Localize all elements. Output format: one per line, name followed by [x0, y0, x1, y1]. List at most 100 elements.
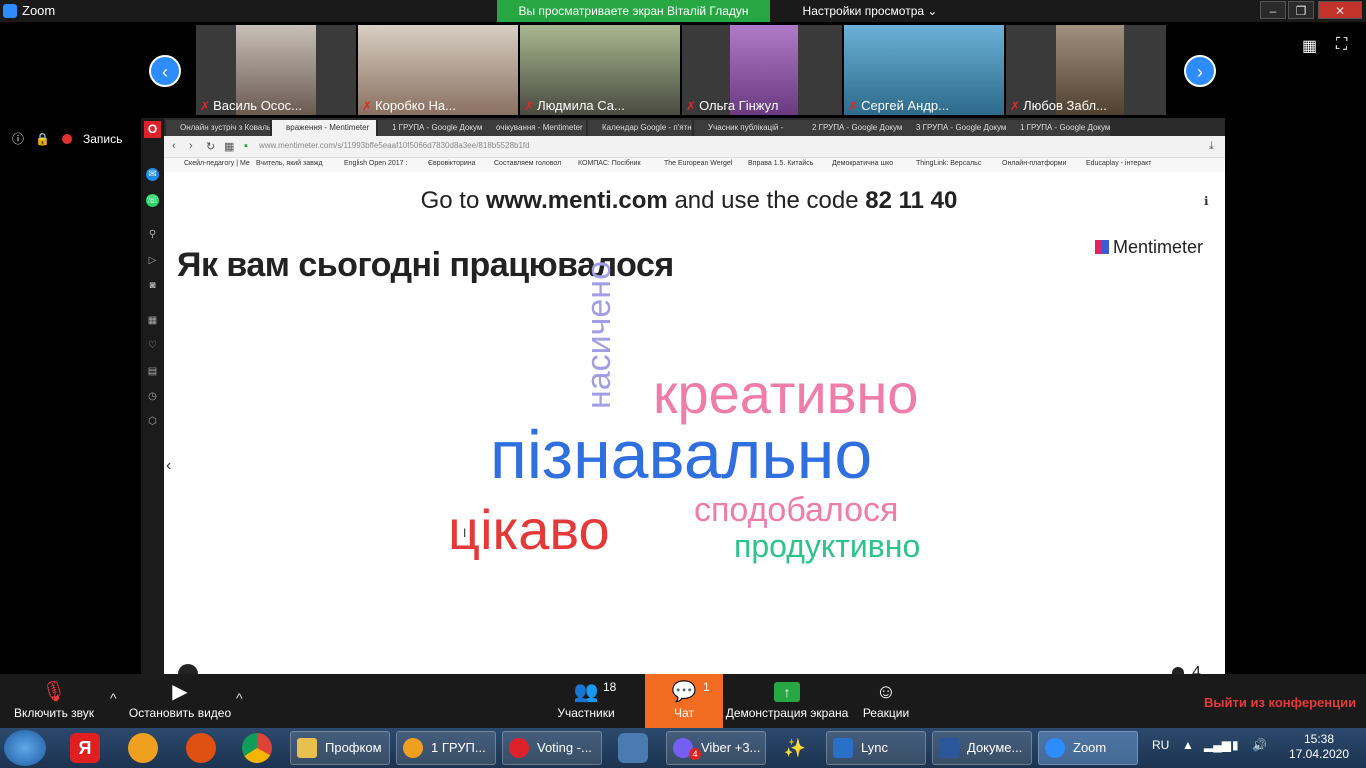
close-button[interactable]: ✕	[1318, 1, 1362, 19]
participant-tile[interactable]: ✗ Коробко На...	[358, 25, 518, 115]
unmute-button[interactable]: 🎙 Включить звук	[6, 674, 102, 728]
record-label[interactable]: Запись	[83, 132, 122, 146]
taskbar-item[interactable]: Докуме...	[932, 731, 1032, 765]
taskbar-item-label: Lync	[861, 740, 888, 755]
battery-icon[interactable]: ▮	[1232, 738, 1239, 752]
windows-taskbar: Я Профком 1 ГРУП... Voting -... 4 Viber +…	[0, 728, 1366, 768]
back-icon[interactable]: ‹	[172, 140, 176, 152]
history-icon[interactable]: ◷	[146, 390, 159, 403]
opera-logo-icon[interactable]: O	[144, 121, 161, 138]
bookmark-item[interactable]: Вправа 1.5. Китайсь	[748, 160, 813, 167]
zoom-app-icon	[3, 4, 17, 18]
tabs-grid-icon[interactable]: ▦	[224, 140, 234, 153]
taskbar-item[interactable]: 1 ГРУП...	[396, 731, 496, 765]
participant-tile[interactable]: ✗ Василь Осос...	[196, 25, 356, 115]
forward-icon[interactable]: ›	[189, 140, 193, 152]
taskbar-item[interactable]: 4 Viber +3...	[666, 731, 766, 765]
taskbar-item[interactable]: Voting -...	[502, 731, 602, 765]
browser-tab[interactable]: Календар Google - п'ятн.	[588, 120, 692, 136]
participant-name: ✗ Василь Осос...	[200, 98, 302, 113]
browser-tab-active[interactable]: враження - Mentimeter	[272, 120, 376, 136]
clock-date: 17.04.2020	[1288, 747, 1350, 761]
bookmark-item[interactable]: Скейл-педагогу | Ме	[184, 160, 250, 167]
browser-tab[interactable]: Учасник публікацій -	[694, 120, 798, 136]
bookmark-item[interactable]: Євровікторина	[428, 160, 476, 167]
send-icon[interactable]: ▷	[146, 254, 159, 267]
reactions-button[interactable]: ☺ Реакции	[858, 674, 914, 728]
browser-tab[interactable]: 1 ГРУПА - Google Докум.	[1006, 120, 1110, 136]
box-icon[interactable]: ⬡	[146, 415, 159, 428]
secure-lock-icon[interactable]: ▪	[244, 140, 248, 152]
stop-video-button[interactable]: ▶ Остановить видео	[128, 674, 232, 728]
participant-name: ✗ Коробко На...	[362, 98, 456, 113]
browser-tab[interactable]: 1 ГРУПА - Google Докум.	[378, 120, 482, 136]
heart-icon[interactable]: ♡	[146, 339, 159, 352]
fullscreen-icon[interactable]: ⛶	[1336, 36, 1347, 54]
download-icon[interactable]: ⤓	[1209, 140, 1214, 153]
participant-tile[interactable]: ✗ Любов Забл...	[1006, 25, 1166, 115]
signal-icon[interactable]: ▂▄▆	[1204, 738, 1231, 752]
browser-tab[interactable]: очікування - Mentimeter	[482, 120, 586, 136]
previous-slide-icon[interactable]: ‹	[166, 457, 171, 475]
mentimeter-mark-icon	[1095, 240, 1109, 254]
browser-icon[interactable]	[128, 733, 158, 763]
chat-button[interactable]: 💬 1 Чат	[645, 674, 723, 728]
system-clock[interactable]: 15:38 17.04.2020	[1284, 732, 1354, 762]
minimize-button[interactable]: –	[1260, 1, 1286, 19]
tray-expand-icon[interactable]: ▲	[1182, 738, 1194, 752]
taskbar-item[interactable]: Профком	[290, 731, 390, 765]
view-options-dropdown[interactable]: Настройки просмотра ⌄	[790, 0, 950, 22]
participant-name-text: Василь Осос...	[213, 98, 303, 113]
taskbar-item[interactable]: Lync	[826, 731, 926, 765]
video-options-caret-icon[interactable]: ^	[236, 690, 243, 706]
lock-icon[interactable]: 🔒	[35, 132, 50, 146]
browser-tab[interactable]: 3 ГРУПА - Google Докум.	[902, 120, 1006, 136]
url-field[interactable]: www.mentimeter.com/s/11993bffe5eaaf10f50…	[259, 141, 530, 150]
participant-name-text: Любов Забл...	[1023, 98, 1107, 113]
reload-icon[interactable]: ↻	[206, 140, 215, 153]
leave-meeting-button[interactable]: Выйти из конференции	[1204, 695, 1356, 710]
language-indicator[interactable]: RU	[1152, 738, 1169, 752]
maximize-button[interactable]: ❐	[1288, 1, 1314, 19]
audio-options-caret-icon[interactable]: ^	[110, 690, 117, 706]
start-button[interactable]	[4, 730, 46, 766]
magic-wand-icon[interactable]: ✨	[780, 733, 810, 763]
chat-count: 1	[703, 680, 710, 694]
bookmark-item[interactable]: КОМПАС: Посібник	[578, 160, 641, 167]
grid-icon[interactable]: ▦	[146, 314, 159, 327]
media-player-icon[interactable]	[186, 733, 216, 763]
gallery-prev-button[interactable]: ‹	[149, 55, 181, 87]
camera-icon[interactable]: ◙	[146, 279, 159, 292]
bookmark-item[interactable]: Вчитель, який завжд	[256, 160, 323, 167]
share-screen-button[interactable]: ↑ Демонстрация экрана	[724, 674, 850, 728]
messenger-icon[interactable]: ✉	[146, 168, 159, 181]
bookmark-item[interactable]: Демократична шко	[832, 160, 893, 167]
bookmark-item[interactable]: Educaplay - інтеракт	[1086, 160, 1152, 167]
gallery-next-button[interactable]: ›	[1184, 55, 1216, 87]
yandex-icon[interactable]: Я	[70, 733, 100, 763]
gear-icon[interactable]	[178, 664, 198, 674]
bookmark-item[interactable]: ThingLink: Версальс	[916, 160, 981, 167]
participant-tile[interactable]: ✗ Людмила Са...	[520, 25, 680, 115]
browser-tab[interactable]: 2 ГРУПА - Google Докум.	[798, 120, 902, 136]
bookmark-item[interactable]: English Open 2017 :	[344, 160, 407, 167]
news-icon[interactable]: ▤	[146, 365, 159, 378]
search-icon[interactable]: ⚲	[146, 228, 159, 241]
bookmark-item[interactable]: Составляем головол	[494, 160, 561, 167]
chrome-icon[interactable]	[242, 733, 272, 763]
participant-tile[interactable]: ✗ Ольга Гінжул	[682, 25, 842, 115]
volume-icon[interactable]: 🔊	[1252, 738, 1267, 752]
browser-tab[interactable]: Онлайн зустріч з Коваль	[166, 120, 270, 136]
opera-sidebar: O ✉ ☏ ⚲ ▷ ◙ ▦ ♡ ▤ ◷ ⬡	[141, 118, 164, 674]
tool-icon[interactable]	[618, 733, 648, 763]
participants-button[interactable]: 👥 18 Участники	[553, 674, 619, 728]
bookmark-item[interactable]: The European Wergel	[664, 160, 732, 167]
slide-info-icon[interactable]: ℹ	[1204, 194, 1209, 208]
whatsapp-icon[interactable]: ☏	[146, 194, 159, 207]
lync-icon	[833, 738, 853, 758]
participant-tile[interactable]: ✗ Сергей Андр...	[844, 25, 1004, 115]
gallery-view-icon[interactable]: ▦	[1302, 36, 1317, 56]
info-icon[interactable]: ⓘ	[12, 130, 24, 147]
bookmark-item[interactable]: Онлайн-платформи	[1002, 160, 1066, 167]
taskbar-item[interactable]: Zoom	[1038, 731, 1138, 765]
